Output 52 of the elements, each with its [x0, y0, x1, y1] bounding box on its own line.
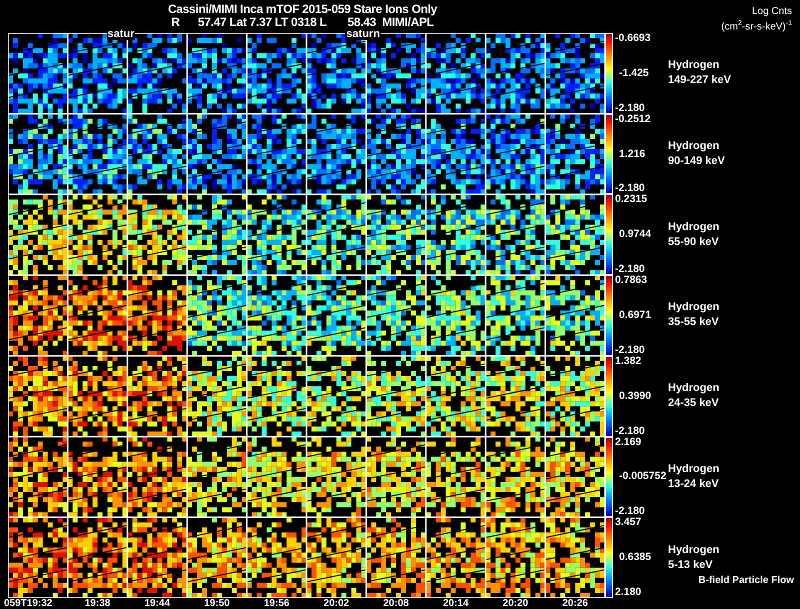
scale-max-value: 0.2315	[615, 194, 648, 206]
energy-range-label: 149-227 keV	[668, 73, 731, 88]
scale-mid-value: -0.005752	[619, 471, 666, 482]
time-label: 19:38	[84, 598, 110, 609]
time-label: 20:14	[442, 598, 469, 609]
scale-mid-value: 0.6385	[619, 552, 652, 564]
energy-range-label: 35-55 keV	[668, 315, 719, 330]
scale-max-value: 1.382	[615, 356, 642, 367]
scale-min-value: -2.180	[615, 183, 645, 194]
plot-subtitle: R 57.47 Lat 7.37 LT 0318 L 58.43 MIMI/APL	[171, 16, 434, 29]
energy-range-label: 24-35 keV	[668, 396, 719, 412]
species-label: Hydrogen	[668, 58, 720, 74]
species-label: Hydrogen	[668, 220, 720, 235]
panel-label: saturn	[345, 29, 381, 40]
scale-min-value: -2.180	[615, 344, 645, 356]
energy-range-label: 90-149 keV	[668, 154, 725, 170]
time-label: 059T19:32	[4, 598, 52, 609]
scale-mid-value: 1.216	[619, 148, 646, 160]
scale-mid-value: 0.6971	[619, 310, 652, 321]
panel-label: satur	[106, 29, 136, 40]
scale-min-value: 2.180	[615, 587, 642, 598]
units-label: (cm$^{2}$-sr-s-keV)$^{-1}$	[721, 19, 792, 34]
time-label: 20:08	[383, 598, 409, 609]
scale-min-value: -2.180	[615, 426, 645, 437]
time-label: 20:20	[502, 598, 528, 609]
scale-min-value: -2.180	[615, 506, 645, 518]
scale-max-value: 2.169	[615, 436, 642, 448]
time-label: 20:02	[324, 598, 350, 609]
energy-range-label: 13-24 keV	[668, 476, 719, 492]
time-label: 19:56	[264, 598, 290, 609]
scale-max-value: 3.457	[615, 517, 642, 528]
time-label: 19:50	[204, 598, 230, 609]
species-label: Hydrogen	[668, 462, 720, 477]
time-label: 20:26	[562, 598, 588, 609]
scale-min-value: -2.180	[615, 264, 645, 276]
energy-range-label: 5-13 keV	[668, 558, 713, 573]
scale-mid-value: 0.9744	[619, 229, 652, 240]
scale-min-value: -2.180	[615, 102, 645, 114]
energy-range-label: 55-90 keV	[668, 234, 719, 250]
scale-mid-value: 0.3990	[619, 390, 652, 402]
species-label: Hydrogen	[668, 139, 720, 154]
legend-note: B-field Particle Flow	[698, 575, 794, 586]
species-label: Hydrogen	[668, 381, 720, 396]
scale-max-value: 0.7863	[615, 275, 648, 286]
plot-title: Cassini/MIMI Inca mTOF 2015-059 Stare Ions Only	[168, 3, 438, 16]
scale-mid-value: -1.425	[619, 68, 649, 79]
scale-max-value: -0.2512	[615, 114, 651, 125]
scale-max-value: -0.6693	[615, 33, 651, 44]
species-label: Hydrogen	[668, 300, 720, 316]
species-label: Hydrogen	[668, 542, 720, 558]
units-title: Log Cnts	[752, 6, 792, 18]
time-label: 19:44	[144, 598, 170, 609]
